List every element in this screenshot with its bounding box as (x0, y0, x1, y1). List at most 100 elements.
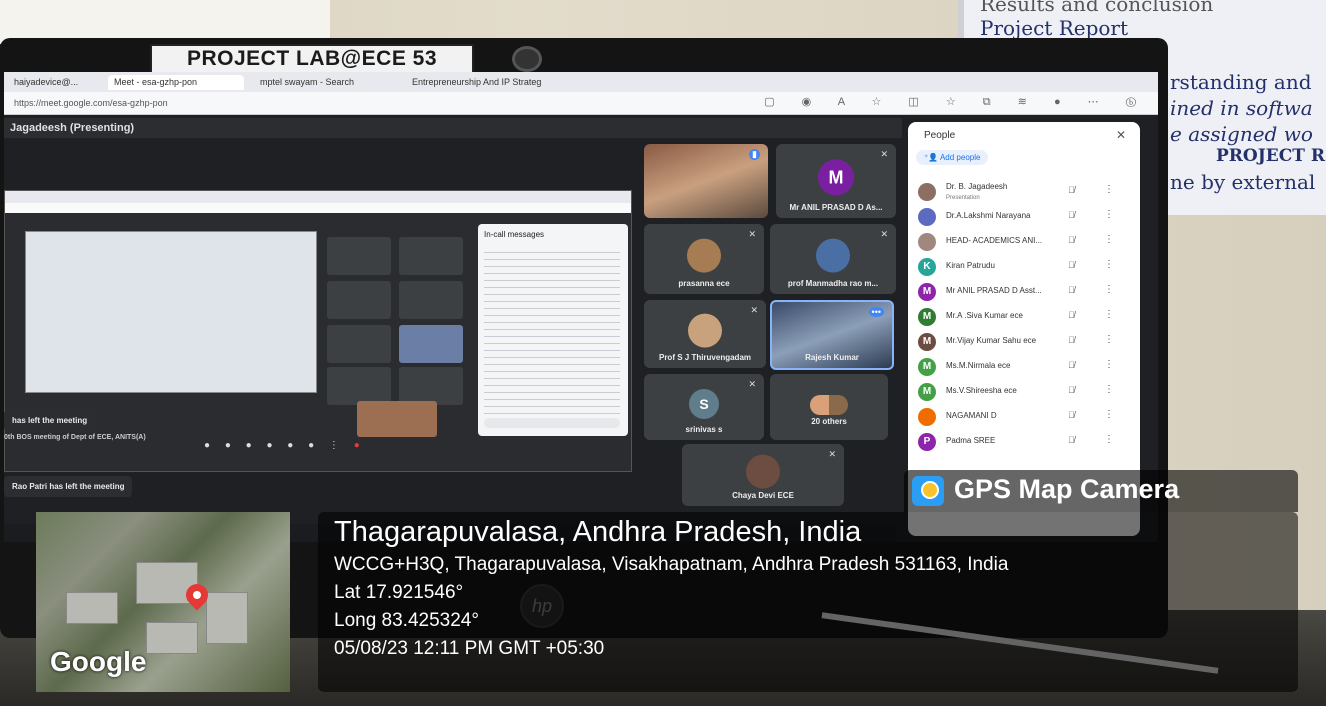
add-person-icon: ⁺👤 (924, 153, 939, 162)
people-list-item[interactable]: M Ms.V.Shireesha ece 🎙̸ ⋮ (918, 380, 1132, 404)
participant-tile[interactable]: ✕ Chaya Devi ECE (682, 444, 844, 506)
browser-tab[interactable]: Entrepreneurship And IP Strateg (406, 75, 562, 90)
more-options-icon[interactable]: ⋮ (1104, 359, 1114, 370)
participant-name: prasanna ece (678, 279, 730, 288)
presenting-banner: Jagadeesh (Presenting) (4, 118, 902, 138)
nested-tile (327, 367, 391, 405)
participant-name: HEAD- ACADEMICS ANI... (946, 236, 1043, 245)
speaking-icon: ▮ (749, 149, 760, 160)
people-title: People (924, 130, 956, 141)
close-icon[interactable]: ✕ (1116, 128, 1126, 142)
people-list-item[interactable]: M Mr ANIL PRASAD D Asst... 🎙̸ ⋮ (918, 280, 1132, 304)
people-list-item[interactable]: M Ms.M.Nirmala ece 🎙̸ ⋮ (918, 355, 1132, 379)
chat-panel: In-call messages (478, 224, 628, 436)
more-options-icon[interactable]: ⋮ (1104, 234, 1114, 245)
map-building (206, 592, 248, 644)
mic-off-icon: 🎙̸ (1068, 285, 1075, 295)
map-building (146, 622, 198, 654)
more-options-icon[interactable]: ⋮ (1104, 384, 1114, 395)
participant-status: Presentation (946, 195, 980, 201)
add-people-button[interactable]: ⁺👤 Add people (916, 150, 989, 165)
participant-name: Chaya Devi ECE (732, 491, 794, 500)
participant-name: Kiran Patrudu (946, 261, 995, 270)
mic-off-icon: 🎙̸ (1068, 210, 1075, 220)
people-list-item[interactable]: HEAD- ACADEMICS ANI... 🎙̸ ⋮ (918, 230, 1132, 254)
google-logo: Google (50, 646, 147, 677)
browser-tab-active[interactable]: Meet - esa-gzhp-pon (108, 75, 244, 90)
meeting-name: 0th BOS meeting of Dept of ECE, ANITS(A) (4, 434, 146, 441)
mic-off-icon: ✕ (748, 379, 756, 389)
participant-name: Mr.Vijay Kumar Sahu ece (946, 336, 1037, 345)
browser-tab[interactable]: haiyadevice@... (8, 75, 84, 90)
participant-avatar (918, 408, 936, 426)
people-list-item[interactable]: K Kiran Patrudu 🎙̸ ⋮ (918, 255, 1132, 279)
mic-off-icon: ✕ (750, 305, 758, 315)
mic-off-icon: ✕ (880, 149, 888, 159)
participant-group-avatars (810, 395, 848, 415)
nested-tile (399, 367, 463, 405)
participant-tile[interactable]: ✕ Prof S J Thiruvengadam (644, 300, 766, 368)
participant-avatar: M (918, 358, 936, 376)
gps-longitude: Long 83.425324° (334, 610, 479, 631)
nested-tile (327, 237, 391, 275)
more-options-icon[interactable]: ⋮ (1104, 184, 1114, 195)
people-list-item[interactable]: NAGAMANI D 🎙̸ ⋮ (918, 405, 1132, 429)
poster-line-4: ined in softwa (1170, 96, 1313, 120)
participant-avatar: M (818, 159, 854, 196)
participant-tile[interactable]: ✕ prof Manmadha rao m... (770, 224, 896, 294)
participant-name: Dr. B. Jagadeesh (946, 182, 1008, 191)
monitor-label: PROJECT LAB@ECE 53 (150, 44, 474, 74)
participant-tile[interactable]: ✕ M Mr ANIL PRASAD D As... (776, 144, 896, 218)
more-options-icon[interactable]: ⋮ (1104, 209, 1114, 220)
people-list-item[interactable]: M Mr.Vijay Kumar Sahu ece 🎙̸ ⋮ (918, 330, 1132, 354)
url-field[interactable]: https://meet.google.com/esa-gzhp-pon (14, 96, 834, 110)
participant-name: Rajesh Kumar (805, 353, 859, 362)
more-options-icon[interactable]: ⋮ (1104, 334, 1114, 345)
gps-place: Thagarapuvalasa, Andhra Pradesh, India (334, 516, 862, 548)
participant-avatar: S (689, 389, 719, 419)
participant-tile[interactable]: ••• Rajesh Kumar (770, 300, 894, 370)
nested-call-controls: ● ● ● ● ● ● ⋮ ● (204, 440, 366, 451)
more-options-icon[interactable]: ⋮ (1104, 309, 1114, 320)
chat-messages (484, 246, 620, 416)
participant-name: Padma SREE (946, 436, 996, 445)
more-options-icon[interactable]: ⋮ (1104, 259, 1114, 270)
participant-tile[interactable]: ▮ (644, 144, 768, 218)
participant-name: Mr ANIL PRASAD D As... (789, 203, 883, 212)
more-options-icon[interactable]: ⋮ (1104, 284, 1114, 295)
people-list-item[interactable]: P Padma SREE 🎙̸ ⋮ (918, 430, 1132, 454)
speaking-icon: ••• (868, 307, 884, 317)
mic-off-icon: 🎙̸ (1068, 185, 1075, 195)
participant-avatar: K (918, 258, 936, 276)
poster-line-5: e assigned wo (1170, 122, 1313, 146)
nested-window (25, 231, 317, 393)
participant-photo (688, 313, 722, 348)
more-options-icon[interactable]: ⋮ (1104, 434, 1114, 445)
mic-off-icon: 🎙̸ (1068, 360, 1075, 370)
nested-tile (399, 281, 463, 319)
poster-line-6: PROJECT R (1216, 146, 1325, 166)
participant-avatar: P (918, 433, 936, 451)
people-list-item[interactable]: Dr.A.Lakshmi Narayana 🎙̸ ⋮ (918, 205, 1132, 229)
participant-tile[interactable]: 20 others (770, 374, 888, 440)
participant-photo (816, 238, 850, 273)
participant-name: NAGAMANI D (946, 411, 997, 420)
people-list-item[interactable]: M Mr.A .Siva Kumar ece 🎙̸ ⋮ (918, 305, 1132, 329)
webcam-icon (512, 46, 542, 72)
participant-name: Dr.A.Lakshmi Narayana (946, 211, 1031, 220)
participant-name: Mr ANIL PRASAD D Asst... (946, 286, 1042, 295)
chat-input[interactable] (484, 418, 620, 428)
gps-badge-title: GPS Map Camera (954, 474, 1180, 504)
poster-line-2: Project Report (980, 16, 1129, 40)
poster-line-3: rstanding and (1170, 70, 1312, 94)
participant-photo (687, 238, 721, 273)
browser-tab[interactable]: mptel swayam - Search (254, 75, 390, 90)
participant-avatar (918, 233, 936, 251)
people-list-item[interactable]: Dr. B. Jagadeesh 🎙̸ ⋮ Presentation (918, 180, 1132, 204)
more-options-icon[interactable]: ⋮ (1104, 409, 1114, 420)
nested-tile (399, 237, 463, 275)
participant-tile[interactable]: ✕ prasanna ece (644, 224, 764, 294)
gps-address: WCCG+H3Q, Thagarapuvalasa, Visakhapatnam… (334, 554, 1009, 575)
participant-tile[interactable]: ✕ S srinivas s (644, 374, 764, 440)
participant-name: Ms.V.Shireesha ece (946, 386, 1017, 395)
